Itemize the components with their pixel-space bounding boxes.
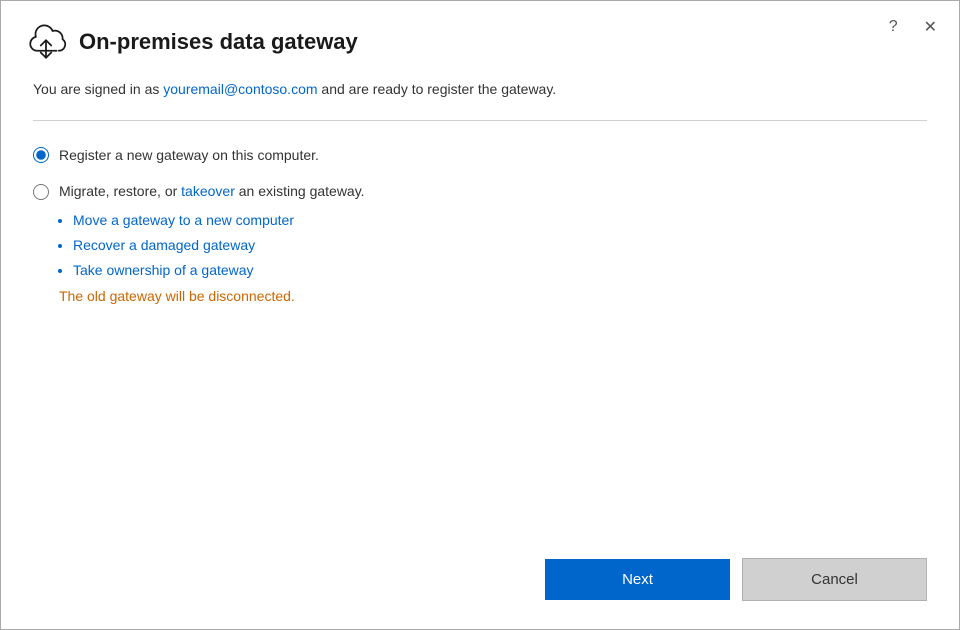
option2-link: takeover [181, 183, 235, 199]
dialog: ? ✕ On-premises data gateway You are sig… [0, 0, 960, 630]
dialog-title: On-premises data gateway [79, 29, 358, 55]
signed-in-prefix: You are signed in as [33, 81, 163, 97]
bullet-item-3: Take ownership of a gateway [73, 258, 927, 283]
footer: Next Cancel [1, 538, 959, 629]
user-email: youremail@contoso.com [163, 81, 317, 97]
options-section: Register a new gateway on this computer.… [33, 145, 927, 304]
cancel-button[interactable]: Cancel [742, 558, 927, 601]
bullet-item-1: Move a gateway to a new computer [73, 208, 927, 233]
title-bar-controls: ? ✕ [885, 15, 941, 39]
signed-in-suffix: and are ready to register the gateway. [318, 81, 557, 97]
close-button[interactable]: ✕ [920, 15, 941, 39]
option2-suffix: an existing gateway. [235, 183, 365, 199]
option1-row: Register a new gateway on this computer. [33, 145, 927, 166]
option2-container: Migrate, restore, or takeover an existin… [33, 182, 927, 304]
option1-radio[interactable] [33, 147, 49, 163]
bullet-item-2: Recover a damaged gateway [73, 233, 927, 258]
option2-label: Migrate, restore, or takeover an existin… [59, 183, 365, 199]
option2-radio[interactable] [33, 184, 49, 200]
option2-header: Migrate, restore, or takeover an existin… [33, 182, 927, 200]
signed-in-text: You are signed in as youremail@contoso.c… [33, 79, 927, 100]
option1-label: Register a new gateway on this computer. [59, 145, 319, 166]
bullet-list: Move a gateway to a new computer Recover… [59, 208, 927, 284]
next-button[interactable]: Next [545, 559, 730, 600]
title-bar: On-premises data gateway [1, 1, 959, 79]
disconnect-note: The old gateway will be disconnected. [59, 288, 927, 304]
divider [33, 120, 927, 121]
option2-prefix: Migrate, restore, or [59, 183, 181, 199]
content-area: You are signed in as youremail@contoso.c… [1, 79, 959, 538]
cloud-icon [25, 21, 67, 63]
help-button[interactable]: ? [885, 16, 902, 38]
